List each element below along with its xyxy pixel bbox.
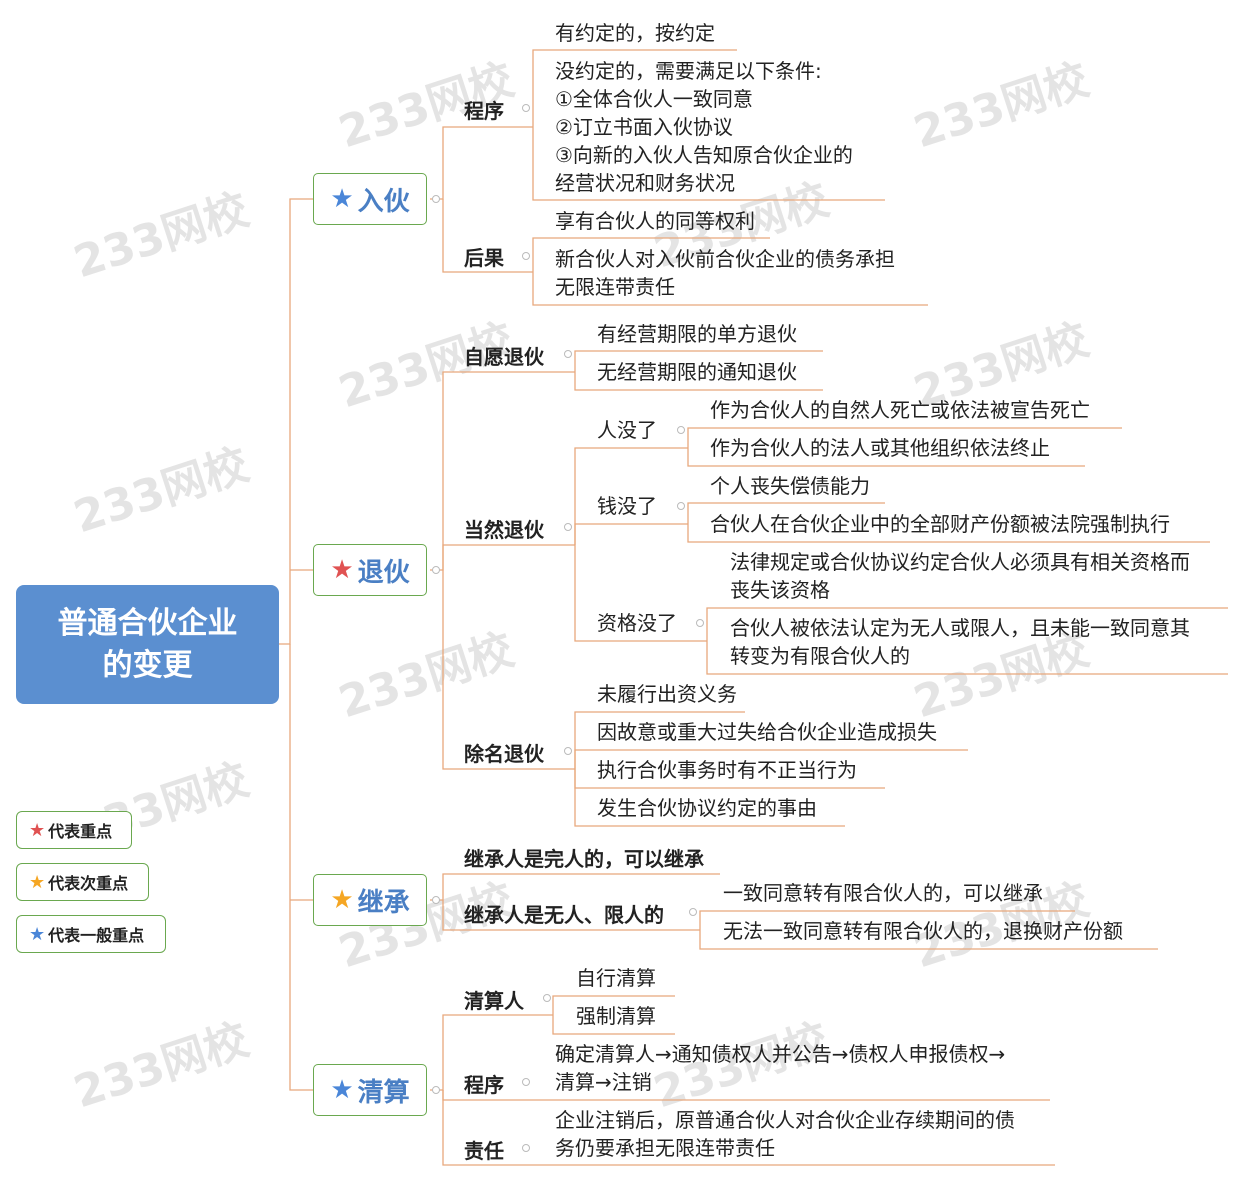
category-liquidate[interactable]: ★ 清算 (313, 1064, 427, 1116)
legend-item-general: ★ 代表一般重点 (16, 915, 166, 953)
legend-label: 代表一般重点 (48, 926, 145, 945)
node-liquidate-l2[interactable]: 强制清算 (576, 1002, 656, 1030)
star-red-icon: ★ (29, 819, 46, 841)
node-exit-person1[interactable]: 作为合伙人的自然人死亡或依法被宣告死亡 (710, 396, 1090, 424)
node-exit-expel[interactable]: 除名退伙 (464, 738, 544, 767)
node-exit-e4[interactable]: 发生合伙协议约定的事由 (597, 794, 817, 822)
node-liquidate-proc-text[interactable]: 确定清算人→通知债权人并公告→债权人申报债权→ 清算→注销 (555, 1040, 1005, 1096)
node-exit-person2[interactable]: 作为合伙人的法人或其他组织依法终止 (710, 434, 1050, 462)
collapse-icon[interactable] (522, 104, 530, 112)
node-inherit-i2[interactable]: 继承人是无人、限人的 (464, 899, 664, 928)
legend-label: 代表重点 (48, 822, 113, 841)
collapse-icon[interactable] (677, 502, 685, 510)
collapse-icon[interactable] (696, 619, 704, 627)
node-exit-natural[interactable]: 当然退伙 (464, 514, 544, 543)
node-exit-e2[interactable]: 因故意或重大过失给合伙企业造成损失 (597, 718, 937, 746)
node-exit-e1[interactable]: 未履行出资义务 (597, 680, 737, 708)
star-blue-icon: ★ (330, 184, 354, 214)
node-liquidate-liab-text[interactable]: 企业注销后，原普通合伙人对合伙企业存续期间的债 务仍要承担无限连带责任 (555, 1106, 1015, 1162)
collapse-icon[interactable] (432, 195, 440, 203)
collapse-icon[interactable] (677, 426, 685, 434)
category-liquidate-label: 清算 (357, 1077, 410, 1108)
node-inherit-i1[interactable]: 继承人是完人的，可以继承 (464, 843, 704, 872)
category-inherit-label: 继承 (357, 887, 410, 918)
node-liquidate-procedure[interactable]: 程序 (464, 1069, 504, 1098)
node-exit-money[interactable]: 钱没了 (597, 492, 657, 520)
legend-item-key: ★ 代表重点 (16, 811, 132, 849)
node-liquidate-liquidator[interactable]: 清算人 (464, 985, 524, 1014)
node-join-c2[interactable]: 新合伙人对入伙前合伙企业的债务承担 无限连带责任 (555, 245, 895, 301)
node-exit-money1[interactable]: 个人丧失偿债能力 (710, 472, 870, 500)
star-orange-icon: ★ (330, 885, 354, 915)
collapse-icon[interactable] (522, 1078, 530, 1086)
collapse-icon[interactable] (522, 1144, 530, 1152)
node-exit-e3[interactable]: 执行合伙事务时有不正当行为 (597, 756, 857, 784)
node-exit-qual1[interactable]: 法律规定或合伙协议约定合伙人必须具有相关资格而 丧失该资格 (730, 548, 1190, 604)
node-inherit-i2a[interactable]: 一致同意转有限合伙人的，可以继承 (723, 879, 1043, 907)
node-exit-money2[interactable]: 合伙人在合伙企业中的全部财产份额被法院强制执行 (710, 510, 1170, 538)
node-liquidate-liability[interactable]: 责任 (464, 1135, 504, 1164)
node-exit-qual2[interactable]: 合伙人被依法认定为无人或限人，且未能一致同意其 转变为有限合伙人的 (730, 614, 1190, 670)
collapse-icon[interactable] (564, 747, 572, 755)
category-inherit[interactable]: ★ 继承 (313, 874, 427, 926)
root-title: 普通合伙企业 的变更 (57, 605, 238, 683)
node-exit-qual[interactable]: 资格没了 (597, 609, 677, 637)
star-orange-icon: ★ (29, 871, 46, 893)
legend-item-secondary: ★ 代表次重点 (16, 863, 149, 901)
node-join-consequence[interactable]: 后果 (464, 242, 504, 271)
star-blue-icon: ★ (330, 1075, 354, 1105)
node-join-c1[interactable]: 享有合伙人的同等权利 (555, 207, 755, 235)
category-join[interactable]: ★ 入伙 (313, 173, 427, 225)
legend-label: 代表次重点 (48, 874, 129, 893)
collapse-icon[interactable] (689, 908, 697, 916)
collapse-icon[interactable] (522, 252, 530, 260)
node-exit-v1[interactable]: 有经营期限的单方退伙 (597, 320, 797, 348)
category-join-label: 入伙 (357, 186, 410, 217)
star-red-icon: ★ (330, 555, 354, 585)
collapse-icon[interactable] (543, 994, 551, 1002)
node-liquidate-l1[interactable]: 自行清算 (576, 964, 656, 992)
collapse-icon[interactable] (564, 350, 572, 358)
collapse-icon[interactable] (432, 896, 440, 904)
star-blue-icon: ★ (29, 923, 46, 945)
node-join-p1[interactable]: 有约定的，按约定 (555, 19, 715, 47)
node-join-procedure[interactable]: 程序 (464, 95, 504, 124)
collapse-icon[interactable] (432, 566, 440, 574)
node-exit-person[interactable]: 人没了 (597, 416, 657, 444)
category-exit[interactable]: ★ 退伙 (313, 544, 427, 596)
node-exit-voluntary[interactable]: 自愿退伙 (464, 341, 544, 370)
root-node[interactable]: 普通合伙企业 的变更 (16, 585, 279, 704)
node-inherit-i2b[interactable]: 无法一致同意转有限合伙人的，退换财产份额 (723, 917, 1123, 945)
collapse-icon[interactable] (432, 1086, 440, 1094)
node-exit-v2[interactable]: 无经营期限的通知退伙 (597, 358, 797, 386)
node-join-p2[interactable]: 没约定的，需要满足以下条件: ①全体合伙人一致同意 ②订立书面入伙协议 ③向新的… (555, 57, 853, 197)
category-exit-label: 退伙 (357, 557, 410, 588)
collapse-icon[interactable] (564, 523, 572, 531)
